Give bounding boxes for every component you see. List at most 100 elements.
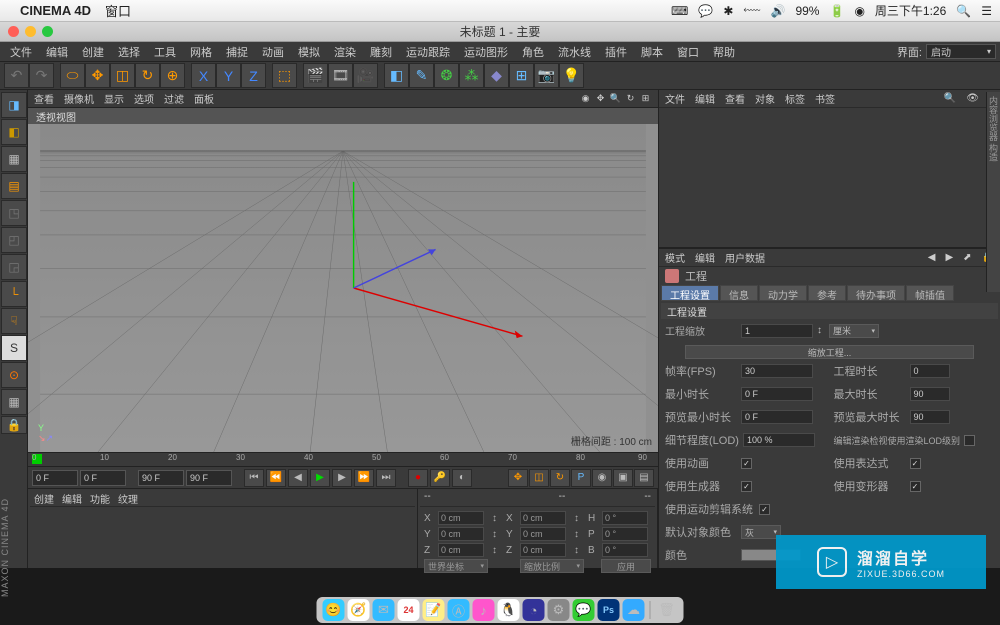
preview-min-field[interactable]: 0 F (741, 410, 813, 424)
size-z-field[interactable]: 0 cm (520, 543, 566, 557)
menu-motiontrack[interactable]: 运动跟踪 (400, 42, 456, 62)
prev-key-button[interactable]: ⏪ (266, 469, 286, 487)
wechat-dock-icon[interactable]: 💬 (573, 599, 595, 621)
attr-fwd-icon[interactable]: ▶ (945, 252, 953, 263)
menu-create[interactable]: 创建 (76, 42, 110, 62)
menu-edit[interactable]: 编辑 (40, 42, 74, 62)
wechat-icon[interactable]: 💬 (698, 4, 713, 18)
attr-menu-userdata[interactable]: 用户数据 (725, 250, 765, 265)
minimize-button[interactable] (25, 26, 36, 37)
ps-icon[interactable]: Ps (598, 599, 620, 621)
environment-button[interactable]: ⊞ (509, 63, 534, 88)
rot-p-field[interactable]: 0 ° (602, 527, 648, 541)
lod-field[interactable]: 100 % (743, 433, 815, 447)
appstore-icon[interactable]: Ⓐ (448, 599, 470, 621)
pos-z-field[interactable]: 0 cm (438, 543, 484, 557)
rotate-tool[interactable]: ↻ (135, 63, 160, 88)
min-time-field[interactable]: 0 F (741, 387, 813, 401)
current-frame-field[interactable]: 0 F (80, 470, 126, 486)
record-button[interactable]: ● (408, 469, 428, 487)
project-scale-field[interactable]: 1 (741, 324, 813, 338)
mail-icon[interactable]: ✉ (373, 599, 395, 621)
last-tool[interactable]: ⊕ (160, 63, 185, 88)
menu-file[interactable]: 文件 (4, 42, 38, 62)
tab-dynamics[interactable]: 动力学 (759, 285, 807, 301)
model-mode-button[interactable]: ◧ (1, 119, 27, 145)
axis-button[interactable]: └ (1, 281, 27, 307)
start-frame-field[interactable]: 0 F (32, 470, 78, 486)
move-tool[interactable]: ✥ (85, 63, 110, 88)
autokey-button[interactable]: 🔑 (430, 469, 450, 487)
undo-button[interactable]: ↶ (4, 63, 29, 88)
menu-icon[interactable]: ☰ (981, 4, 992, 18)
vp-menu-filter[interactable]: 过滤 (164, 91, 184, 106)
vp-menu-panel[interactable]: 面板 (194, 91, 214, 106)
finder-icon[interactable]: 😊 (323, 599, 345, 621)
tab-todo[interactable]: 待办事项 (847, 285, 905, 301)
obj-search-icon[interactable]: 🔍 (944, 93, 956, 104)
obj-menu-tags[interactable]: 标签 (785, 91, 805, 106)
key-mode-button[interactable]: ▣ (613, 469, 633, 487)
vp-menu-display[interactable]: 显示 (104, 91, 124, 106)
itunes-icon[interactable]: ♪ (473, 599, 495, 621)
workplane-snap-button[interactable]: ⊙ (1, 362, 27, 388)
input-icon[interactable]: ⌨ (671, 4, 688, 18)
vp-nav5-icon[interactable]: ⊞ (639, 92, 652, 105)
maximize-button[interactable] (42, 26, 53, 37)
use-motion-check[interactable]: ✓ (759, 504, 770, 515)
obj-eye-icon[interactable]: 👁 (966, 93, 979, 104)
menu-anim[interactable]: 动画 (256, 42, 290, 62)
menu-sim[interactable]: 模拟 (292, 42, 326, 62)
polygon-mode-button[interactable]: ◲ (1, 254, 27, 280)
preview-max-field[interactable]: 90 (910, 410, 950, 424)
lock-button[interactable]: ▦ (1, 389, 27, 415)
render-queue-button[interactable]: 🎥 (353, 63, 378, 88)
coord-system-button[interactable]: ⬚ (272, 63, 297, 88)
scale-tool[interactable]: ◫ (110, 63, 135, 88)
mac-menu-window[interactable]: 窗口 (105, 1, 131, 20)
redo-button[interactable]: ↷ (29, 63, 54, 88)
attr-up-icon[interactable]: ⬈ (963, 252, 971, 263)
scale-project-button[interactable]: 缩放工程... (685, 345, 974, 359)
param-key-button[interactable]: P (571, 469, 591, 487)
texture-mode-button[interactable]: ▦ (1, 146, 27, 172)
menu-character[interactable]: 角色 (516, 42, 550, 62)
workplane-button[interactable]: ▤ (1, 173, 27, 199)
pos-x-field[interactable]: 0 cm (438, 511, 484, 525)
goto-end-button[interactable]: ⏭ (376, 469, 396, 487)
bot-tab-texture[interactable]: 纹理 (118, 491, 138, 506)
obj-menu-view[interactable]: 查看 (725, 91, 745, 106)
goto-start-button[interactable]: ⏮ (244, 469, 264, 487)
volume-icon[interactable]: 🔊 (771, 4, 786, 18)
render-settings-button[interactable]: 🎞 (328, 63, 353, 88)
x-axis-button[interactable]: X (191, 63, 216, 88)
obj-menu-edit[interactable]: 编辑 (695, 91, 715, 106)
size-x-field[interactable]: 0 cm (520, 511, 566, 525)
pla-key-button[interactable]: ◉ (592, 469, 612, 487)
z-axis-button[interactable]: Z (241, 63, 266, 88)
menu-mesh[interactable]: 网格 (184, 42, 218, 62)
vp-nav1-icon[interactable]: ◉ (579, 92, 592, 105)
apply-button[interactable]: 应用 (601, 559, 651, 573)
vp-menu-options[interactable]: 选项 (134, 91, 154, 106)
vp-menu-camera[interactable]: 摄像机 (64, 91, 94, 106)
end-frame-field[interactable]: 90 F (186, 470, 232, 486)
wifi-icon[interactable]: ⬳ (743, 3, 760, 18)
bluetooth-icon[interactable]: ✱ (723, 4, 733, 18)
battery-icon[interactable]: 🔋 (829, 4, 844, 18)
menu-window[interactable]: 窗口 (671, 42, 705, 62)
tab-project-settings[interactable]: 工程设置 (661, 285, 719, 301)
rot-key-button[interactable]: ↻ (550, 469, 570, 487)
vp-nav3-icon[interactable]: 🔍 (609, 92, 622, 105)
scale-key-button[interactable]: ◫ (529, 469, 549, 487)
prev-frame-button[interactable]: ◀ (288, 469, 308, 487)
render-view-button[interactable]: 🎬 (303, 63, 328, 88)
search-icon[interactable]: 🔍 (956, 4, 971, 18)
proj-time-field[interactable]: 0 (910, 364, 950, 378)
safari-icon[interactable]: 🧭 (348, 599, 370, 621)
calendar-icon[interactable]: 24 (398, 599, 420, 621)
menu-sculpt[interactable]: 雕刻 (364, 42, 398, 62)
menu-tools[interactable]: 工具 (148, 42, 182, 62)
bot-tab-func[interactable]: 功能 (90, 491, 110, 506)
qq-icon[interactable]: 🐧 (498, 599, 520, 621)
